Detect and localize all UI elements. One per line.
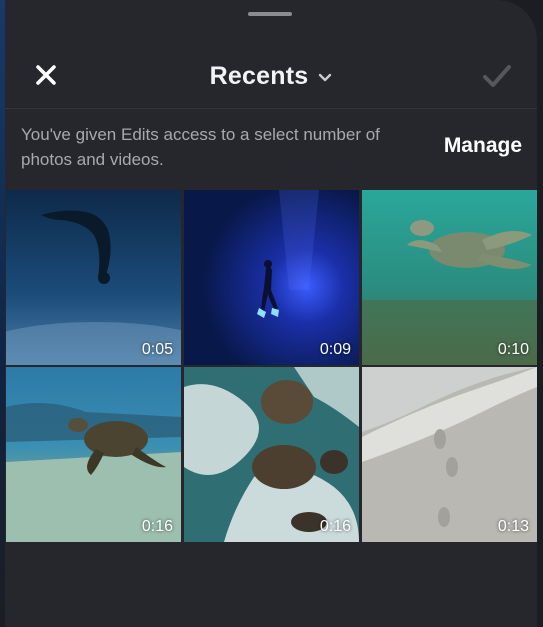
checkmark-icon [483,65,511,87]
video-thumbnail [184,367,359,542]
media-tile[interactable]: 0:05 [6,190,181,365]
video-duration: 0:05 [141,341,173,358]
chevron-down-icon [318,73,332,83]
video-thumbnail [362,190,537,365]
video-duration: 0:09 [319,341,351,358]
video-duration: 0:13 [497,518,529,535]
album-selector[interactable]: Recents [5,58,537,94]
media-tile[interactable]: 0:13 [362,367,537,542]
media-grid: 0:05 0:09 0:10 0:16 0:16 0:13 [6,190,537,542]
video-duration: 0:16 [319,518,351,535]
media-tile[interactable]: 0:10 [362,190,537,365]
media-tile[interactable]: 0:09 [184,190,359,365]
media-picker-sheet: Recents You've given Edits access to a s… [5,0,537,627]
drag-handle[interactable] [248,12,292,16]
video-thumbnail [362,367,537,542]
limited-access-notice: You've given Edits access to a select nu… [21,125,380,169]
video-duration: 0:10 [497,341,529,358]
album-title: Recents [209,61,309,90]
video-duration: 0:16 [141,518,173,535]
video-thumbnail [184,190,359,365]
picker-header: Recents [5,40,537,109]
video-thumbnail [6,190,181,365]
manage-button[interactable]: Manage [444,134,522,158]
video-thumbnail [6,367,181,542]
media-tile[interactable]: 0:16 [6,367,181,542]
media-tile[interactable]: 0:16 [184,367,359,542]
confirm-button[interactable] [481,62,513,90]
